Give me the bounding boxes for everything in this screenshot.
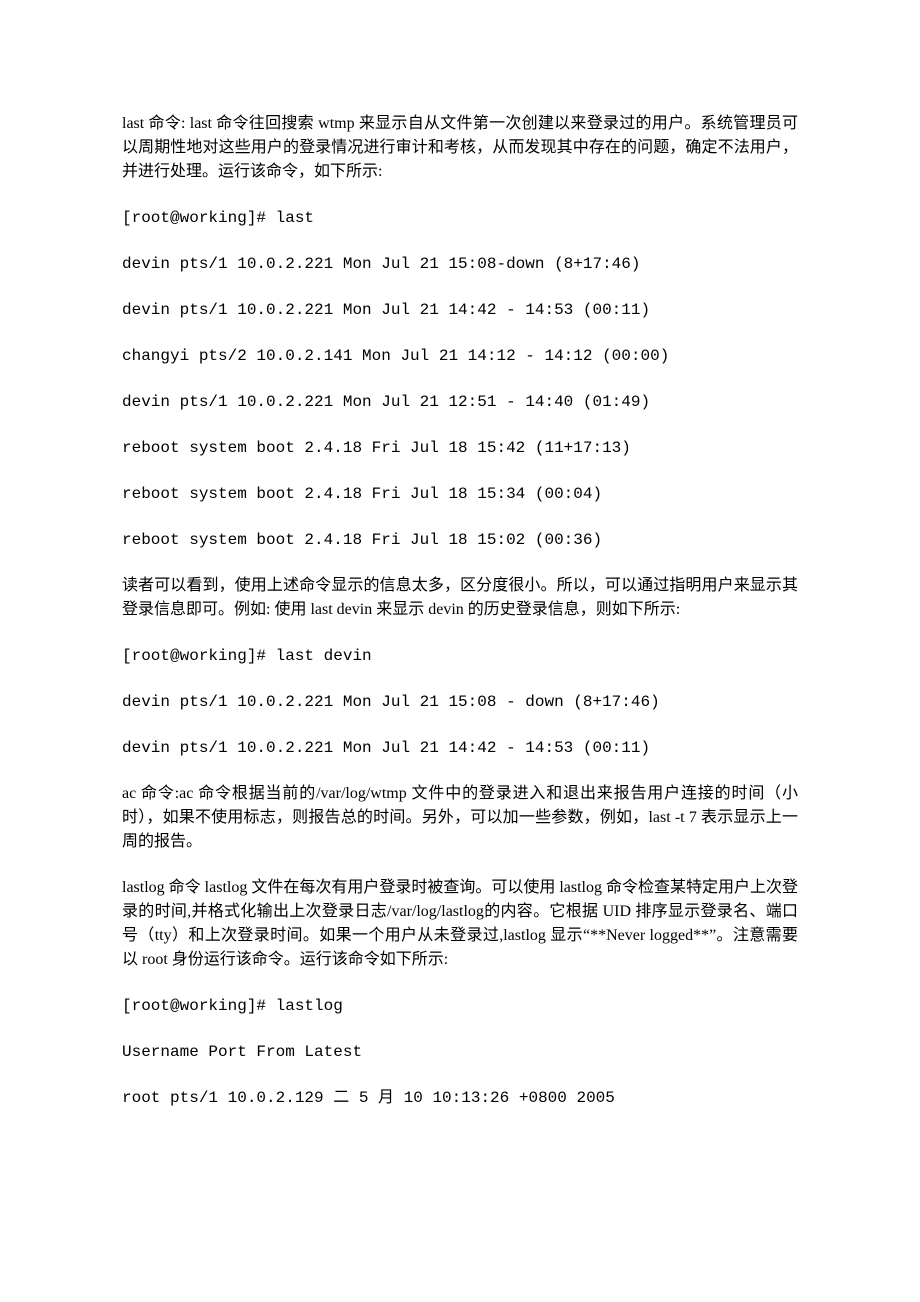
shell-command-lastlog: [root@working]# lastlog bbox=[122, 994, 798, 1018]
document-page: last 命令: last 命令往回搜索 wtmp 来显示自从文件第一次创建以来… bbox=[0, 0, 920, 1302]
shell-output-line: devin pts/1 10.0.2.221 Mon Jul 21 15:08 … bbox=[122, 690, 798, 714]
shell-command-last: [root@working]# last bbox=[122, 206, 798, 230]
shell-output-line: reboot system boot 2.4.18 Fri Jul 18 15:… bbox=[122, 528, 798, 552]
shell-command-last-devin: [root@working]# last devin bbox=[122, 644, 798, 668]
shell-output-line: devin pts/1 10.0.2.221 Mon Jul 21 14:42 … bbox=[122, 298, 798, 322]
intro-last-command: last 命令: last 命令往回搜索 wtmp 来显示自从文件第一次创建以来… bbox=[122, 112, 798, 184]
shell-output-header: Username Port From Latest bbox=[122, 1040, 798, 1064]
shell-output-line: devin pts/1 10.0.2.221 Mon Jul 21 15:08-… bbox=[122, 252, 798, 276]
explain-ac-command: ac 命令:ac 命令根据当前的/var/log/wtmp 文件中的登录进入和退… bbox=[122, 782, 798, 854]
shell-output-line: root pts/1 10.0.2.129 二 5 月 10 10:13:26 … bbox=[122, 1086, 798, 1110]
shell-output-line: devin pts/1 10.0.2.221 Mon Jul 21 12:51 … bbox=[122, 390, 798, 414]
explain-lastlog-command: lastlog 命令 lastlog 文件在每次有用户登录时被查询。可以使用 l… bbox=[122, 876, 798, 972]
shell-output-line: reboot system boot 2.4.18 Fri Jul 18 15:… bbox=[122, 482, 798, 506]
shell-output-line: reboot system boot 2.4.18 Fri Jul 18 15:… bbox=[122, 436, 798, 460]
explain-last-filter: 读者可以看到，使用上述命令显示的信息太多，区分度很小。所以，可以通过指明用户来显… bbox=[122, 574, 798, 622]
shell-output-line: devin pts/1 10.0.2.221 Mon Jul 21 14:42 … bbox=[122, 736, 798, 760]
shell-output-line: changyi pts/2 10.0.2.141 Mon Jul 21 14:1… bbox=[122, 344, 798, 368]
